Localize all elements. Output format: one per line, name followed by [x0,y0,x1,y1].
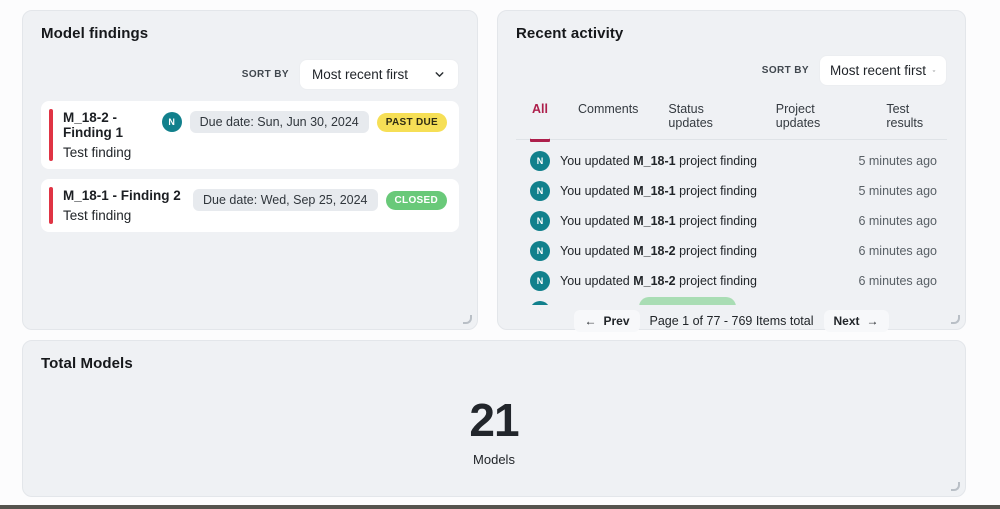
tab-status-updates[interactable]: Status updates [666,100,747,139]
model-link[interactable]: M_18-2 [633,244,675,258]
findings-sort-dropdown[interactable]: Most recent first [299,59,459,90]
model-link[interactable]: M_18-1 [633,184,675,198]
avatar: N [162,112,182,132]
avatar: N [530,241,550,261]
activity-time: 5 minutes ago [858,184,937,198]
activity-list: N You updated M_18-1 project finding 5 m… [516,146,947,305]
model-link[interactable]: M_18-2 [633,274,675,288]
activity-sort-value: Most recent first [830,63,926,78]
tab-test-results[interactable]: Test results [884,100,947,139]
recent-activity-title: Recent activity [516,25,947,42]
red-accent-bar [49,109,53,161]
avatar: N [530,181,550,201]
activity-text: You updated M_18-1 project finding [560,214,848,228]
activity-text: You updated M_18-1 project finding [560,154,848,168]
status-badge: CLOSED [386,191,447,210]
due-date-badge: Due date: Wed, Sep 25, 2024 [193,189,377,211]
findings-sort-row: SORT BY Most recent first [41,59,459,90]
findings-list: M_18-2 - Finding 1 Test finding N Due da… [41,101,459,232]
window-bottom-edge [0,505,1000,509]
red-accent-bar [49,187,53,224]
total-models-value: 21 [41,397,947,443]
chevron-down-icon [932,65,936,77]
activity-row[interactable]: N You updated M_18-2 project finding 6 m… [530,236,937,266]
activity-sort-label: SORT BY [762,65,809,76]
activity-text: You updated M_18-2 project finding [560,244,848,258]
finding-title: M_18-1 - Finding 2 [63,188,181,203]
pagination: ← Prev Page 1 of 77 - 769 Items total Ne… [516,310,947,332]
tab-all[interactable]: All [530,100,550,139]
finding-card[interactable]: M_18-2 - Finding 1 Test finding N Due da… [41,101,459,169]
panel-resize-handle[interactable] [951,315,960,324]
avatar [530,301,550,305]
activity-time: 5 minutes ago [858,154,937,168]
arrow-right-icon: → [867,315,879,327]
model-link[interactable]: M_18-1 [633,214,675,228]
activity-row[interactable]: N You updated M_18-1 project finding 6 m… [530,206,937,236]
pagination-info: Page 1 of 77 - 769 Items total [650,314,814,328]
tab-project-updates[interactable]: Project updates [774,100,859,139]
status-badge-clipped [639,297,736,305]
activity-sort-row: SORT BY Most recent first [516,55,947,86]
prev-button[interactable]: ← Prev [574,310,639,332]
total-models-panel: Total Models 21 Models [22,340,966,497]
activity-time: 6 minutes ago [858,214,937,228]
activity-row[interactable]: N You updated M_18-2 project finding 6 m… [530,266,937,296]
activity-text: You updated M_18-2 project finding [560,274,848,288]
next-button[interactable]: Next → [824,310,889,332]
tab-comments[interactable]: Comments [576,100,640,139]
activity-text: You updated M_18-1 project finding [560,184,848,198]
avatar: N [530,211,550,231]
findings-sort-value: Most recent first [312,67,408,82]
activity-sort-dropdown[interactable]: Most recent first [819,55,947,86]
avatar: N [530,271,550,291]
model-findings-title: Model findings [41,25,459,42]
arrow-left-icon: ← [584,315,596,327]
total-models-title: Total Models [41,355,947,372]
panel-resize-handle[interactable] [951,482,960,491]
activity-row-clipped [530,296,937,305]
panel-resize-handle[interactable] [463,315,472,324]
activity-time: 6 minutes ago [858,274,937,288]
status-badge: PAST DUE [377,113,447,132]
recent-activity-panel: Recent activity SORT BY Most recent firs… [497,10,966,330]
avatar: N [530,151,550,171]
activity-row[interactable]: N You updated M_18-1 project finding 5 m… [530,176,937,206]
findings-sort-label: SORT BY [242,69,289,80]
finding-subtitle: Test finding [63,145,162,160]
finding-card[interactable]: M_18-1 - Finding 2 Test finding Due date… [41,179,459,232]
activity-time: 6 minutes ago [858,244,937,258]
chevron-down-icon [433,68,446,81]
finding-title: M_18-2 - Finding 1 [63,110,162,140]
dashboard: Model findings SORT BY Most recent first… [0,0,1000,509]
activity-tabs: All Comments Status updates Project upda… [516,100,947,140]
due-date-badge: Due date: Sun, Jun 30, 2024 [190,111,369,133]
total-models-label: Models [41,452,947,467]
model-findings-panel: Model findings SORT BY Most recent first… [22,10,478,330]
model-link[interactable]: M_18-1 [633,154,675,168]
finding-subtitle: Test finding [63,208,181,223]
activity-row[interactable]: N You updated M_18-1 project finding 5 m… [530,146,937,176]
